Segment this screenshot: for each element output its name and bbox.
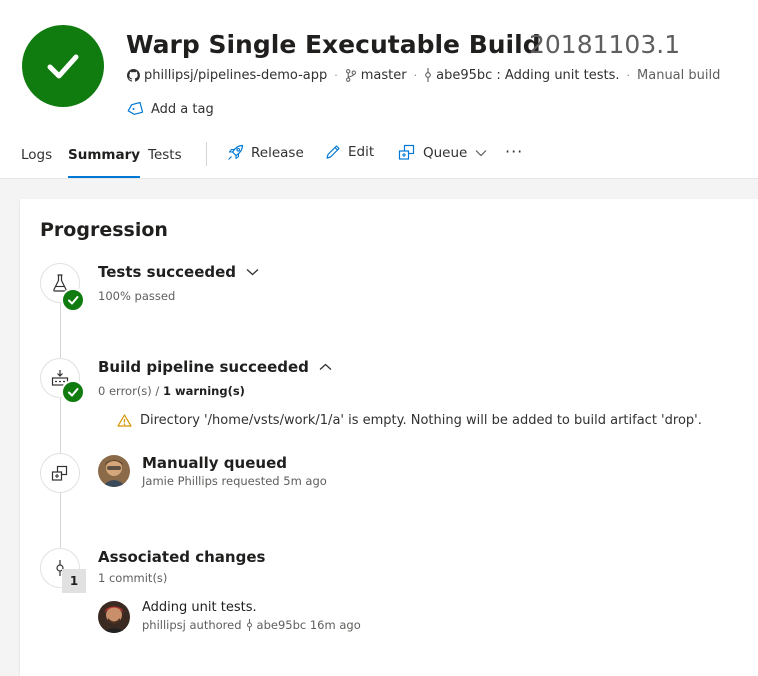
queue-button[interactable]: Queue: [398, 144, 494, 161]
tab-tests[interactable]: Tests: [148, 147, 182, 178]
commit-details: phillipsj authored abe95bc 16m ago: [142, 618, 361, 632]
tag-icon: [127, 102, 143, 116]
queue-icon: [51, 465, 68, 481]
changes-subtitle: 1 commit(s): [98, 571, 168, 585]
chevron-up-icon[interactable]: [319, 363, 332, 371]
github-icon: [127, 68, 140, 82]
warnings-link[interactable]: 1 warning(s): [163, 384, 245, 398]
chevron-down-icon[interactable]: [475, 149, 487, 157]
edit-button[interactable]: Edit: [325, 144, 374, 160]
add-tag-button[interactable]: Add a tag: [127, 100, 214, 118]
tests-success-badge: [61, 288, 85, 312]
release-label: Release: [251, 144, 304, 161]
queued-node: [40, 453, 80, 493]
errors-count: 0 error(s) /: [98, 384, 163, 398]
branch-link[interactable]: master: [361, 68, 407, 83]
commit-count-badge: 1: [62, 569, 86, 593]
queue-label: Queue: [423, 144, 468, 161]
commit-icon: [424, 68, 432, 82]
build-status-success: [22, 25, 104, 107]
add-tag-label: Add a tag: [151, 101, 214, 117]
release-button[interactable]: Release: [227, 144, 304, 161]
check-icon: [68, 296, 79, 305]
separator-dot: ·: [413, 68, 418, 82]
tab-logs[interactable]: Logs: [21, 147, 52, 178]
check-icon: [68, 388, 79, 397]
avatar-image: [98, 601, 130, 633]
check-icon: [47, 54, 79, 79]
warning-message: Directory '/home/vsts/work/1/a' is empty…: [140, 413, 702, 428]
queued-subtitle: Jamie Phillips requested 5m ago: [142, 474, 327, 488]
build-title-text: Build pipeline succeeded: [98, 358, 309, 376]
tests-title-text: Tests succeeded: [98, 263, 237, 281]
warning-icon: [117, 414, 132, 427]
build-subtitle: 0 error(s) / 1 warning(s): [98, 384, 245, 398]
tab-summary[interactable]: Summary: [68, 147, 141, 178]
warning-item: Directory '/home/vsts/work/1/a' is empty…: [117, 413, 702, 428]
queue-icon: [398, 144, 416, 161]
build-step-title[interactable]: Build pipeline succeeded: [98, 358, 332, 376]
changes-title-text: Associated changes: [98, 548, 266, 566]
tests-step-title[interactable]: Tests succeeded: [98, 263, 259, 281]
edit-label: Edit: [348, 144, 375, 160]
page-title: Warp Single Executable Build: [126, 30, 541, 59]
changes-title: Associated changes: [98, 548, 265, 566]
chevron-down-icon[interactable]: [246, 268, 259, 276]
build-tabs: Logs Summary Tests Release Edit Queue ··…: [0, 140, 758, 178]
commit-author: phillipsj authored: [142, 618, 242, 632]
commit-id-time[interactable]: abe95bc 16m ago: [257, 618, 361, 632]
rocket-icon: [227, 144, 244, 161]
timeline-line: [60, 281, 61, 571]
separator-dot: ·: [334, 68, 338, 82]
more-actions-button[interactable]: ···: [505, 142, 523, 161]
build-meta: phillipsj/pipelines-demo-app · master · …: [127, 66, 720, 84]
commit-message-link[interactable]: Adding unit tests.: [142, 600, 257, 615]
repo-link[interactable]: phillipsj/pipelines-demo-app: [144, 68, 327, 83]
build-trigger: Manual build: [637, 67, 721, 83]
progression-title: Progression: [40, 219, 168, 241]
commit-icon: [246, 619, 253, 631]
build-header: Warp Single Executable Build 20181103.1 …: [0, 0, 758, 179]
tests-subtitle: 100% passed: [98, 289, 176, 303]
commit-link[interactable]: abe95bc : Adding unit tests.: [436, 68, 619, 83]
build-number: 20181103.1: [529, 30, 681, 59]
queued-title: Manually queued: [142, 454, 287, 472]
avatar-jamie-phillips: [98, 455, 130, 487]
avatar-image: [98, 455, 130, 487]
pencil-icon: [325, 144, 341, 160]
separator-dot: ·: [626, 68, 631, 82]
build-success-badge: [61, 380, 85, 404]
toolbar-divider: [206, 142, 207, 166]
avatar-phillipsj: [98, 601, 130, 633]
progression-card: Progression Tests succeeded 100% passed …: [20, 199, 758, 676]
branch-icon: [345, 68, 357, 82]
